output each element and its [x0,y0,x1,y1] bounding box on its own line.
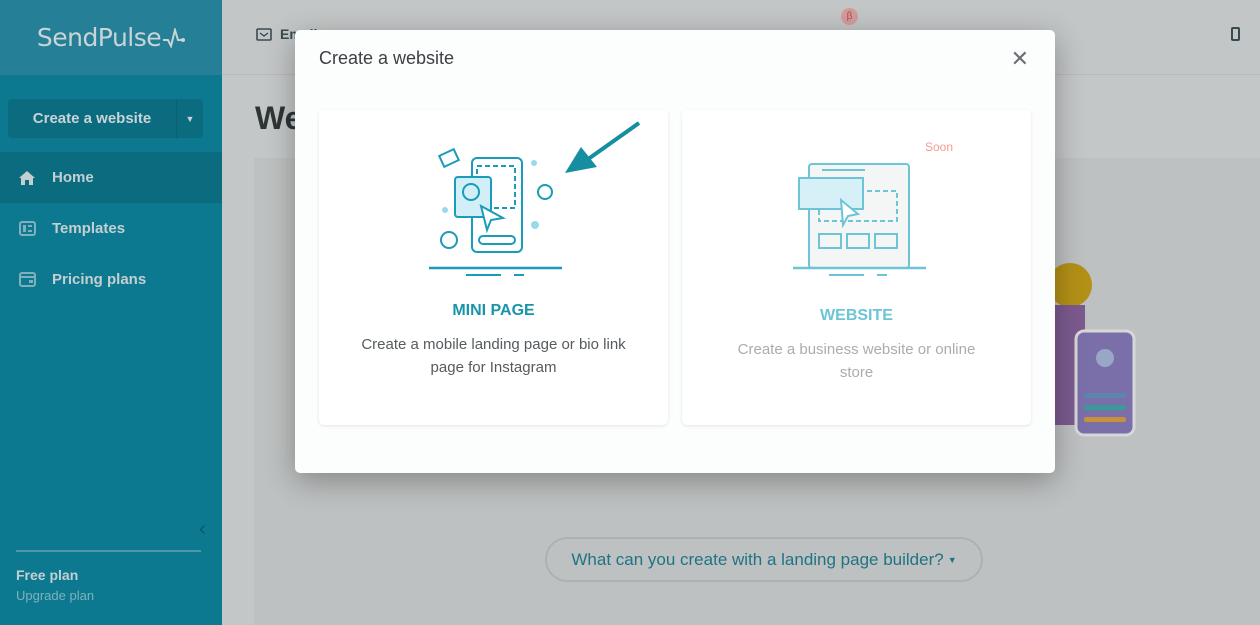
pulse-icon [163,27,186,48]
mobile-icon[interactable] [1231,27,1240,41]
website-card[interactable]: Soon WEBSITE Create a business website o… [682,110,1031,425]
mini-page-card[interactable]: MINI PAGE Create a mobile landing page o… [319,110,668,425]
templates-icon [18,220,36,238]
card-title: WEBSITE [820,307,893,324]
home-icon [18,169,36,187]
logo-text: SendPulse [36,23,162,52]
phone-illustration [1040,255,1140,445]
website-illustration [793,163,926,276]
sidebar: SendPulse Create a website ▼ Home Templa… [0,0,222,625]
beta-badge: β [841,8,858,25]
mini-page-illustration [429,121,641,276]
sidebar-nav: Home Templates Pricing plans [0,152,222,305]
card-title: MINI PAGE [452,302,535,319]
plan-name: Free plan [16,567,79,583]
help-dropdown-button[interactable]: What can you create with a landing page … [545,537,983,582]
caret-down-icon[interactable]: ▼ [177,99,203,138]
create-website-button[interactable]: Create a website ▼ [8,99,203,138]
sidebar-item-label: Templates [52,220,126,237]
sidebar-item-label: Pricing plans [52,271,147,288]
sidebar-item-pricing-plans[interactable]: Pricing plans [0,254,222,305]
help-label: What can you create with a landing page … [571,549,944,569]
sidebar-item-templates[interactable]: Templates [0,203,222,254]
mail-icon [256,27,272,41]
sidebar-item-label: Home [52,169,94,186]
create-website-main[interactable]: Create a website [8,99,177,138]
card-description: Create a business website or online stor… [737,341,976,381]
upgrade-plan-link[interactable]: Upgrade plan [16,588,94,603]
logo[interactable]: SendPulse [0,0,222,75]
caret-down-icon: ▼ [947,554,957,565]
modal-title: Create a website [319,48,455,68]
wallet-icon [18,271,36,289]
card-description: Create a mobile landing page or bio link… [361,336,626,376]
collapse-sidebar-icon[interactable]: ‹ [199,518,206,541]
create-website-modal: Create a website ✕ MINI PAGE Create a mo… [295,30,1055,473]
close-icon[interactable]: ✕ [1011,46,1029,72]
sidebar-item-home[interactable]: Home [0,152,222,203]
divider [16,550,201,552]
